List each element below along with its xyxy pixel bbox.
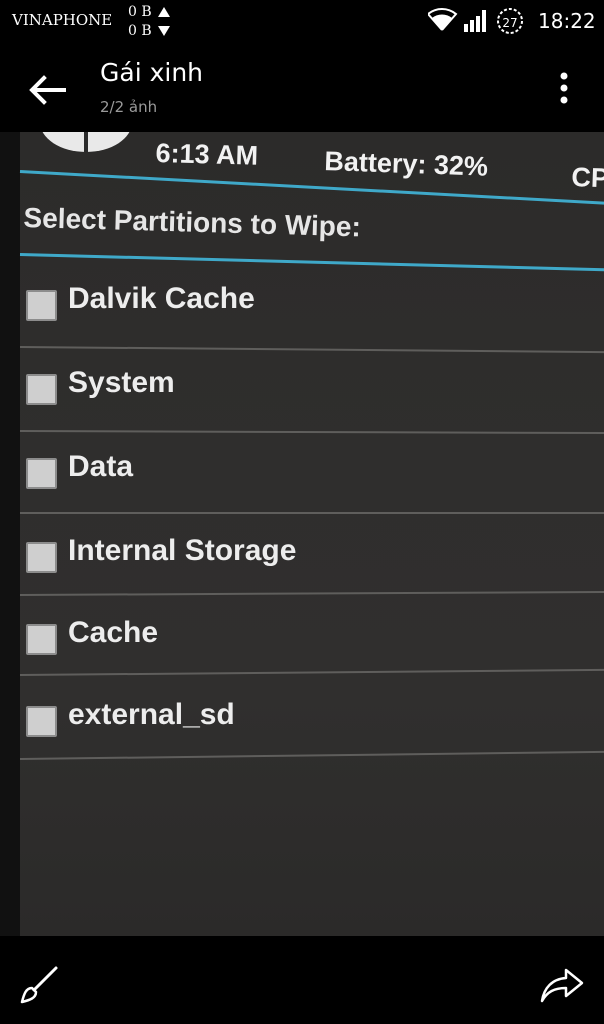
checkbox[interactable] (26, 458, 57, 489)
partition-label: System (68, 366, 175, 399)
select-partitions-label: Select Partitions to Wipe: (23, 202, 362, 243)
partition-row-system[interactable]: System (20, 366, 604, 446)
partition-label: external_sd (68, 698, 235, 731)
twrp-header (20, 132, 604, 180)
section-divider (19, 253, 604, 272)
checkbox[interactable] (26, 290, 57, 321)
status-clock: 18:22 (538, 9, 596, 33)
edit-button[interactable] (18, 964, 60, 1006)
checkbox[interactable] (26, 706, 57, 737)
checkbox[interactable] (26, 374, 57, 405)
download-speed: 0 B (128, 23, 152, 39)
status-icons: 27 (426, 6, 532, 36)
partition-label: Data (68, 450, 134, 483)
app-bar: Gái xinh 2/2 ảnh (0, 44, 604, 132)
partition-label: Dalvik Cache (68, 282, 255, 315)
partition-label: Internal Storage (68, 534, 297, 567)
status-bar: VINAPHONE 0 B 0 B 27 18:22 (0, 0, 604, 44)
photo-view[interactable]: 6:13 AM Battery: 32% CP Select Partition… (0, 132, 604, 936)
bottom-action-bar (0, 936, 604, 1024)
back-button[interactable] (24, 66, 72, 114)
carrier-name: VINAPHONE (12, 11, 113, 29)
share-button[interactable] (540, 966, 584, 1004)
partition-label: Cache (68, 616, 159, 649)
upload-arrow-icon (157, 7, 170, 17)
album-title: Gái xinh (100, 58, 204, 87)
more-options-button[interactable] (546, 66, 582, 110)
partition-row-external-sd[interactable]: external_sd (20, 698, 604, 778)
arrow-left-icon (29, 75, 66, 105)
twrp-battery: Battery: 32% (323, 146, 489, 182)
partition-row-data[interactable]: Data (20, 450, 604, 530)
battery-level: 27 (502, 16, 517, 30)
signal-icon (464, 10, 486, 32)
checkbox[interactable] (26, 624, 57, 655)
share-icon (540, 968, 584, 1003)
wifi-icon (426, 7, 458, 31)
download-arrow-icon (157, 26, 170, 36)
more-vert-icon (560, 72, 568, 104)
device-frame-edge (0, 132, 20, 936)
upload-speed: 0 B (128, 4, 152, 20)
twrp-cpu: CP (570, 162, 604, 194)
network-traffic: 0 B 0 B (128, 3, 170, 41)
partition-row-cache[interactable]: Cache (20, 616, 604, 696)
partition-row-internal-storage[interactable]: Internal Storage (20, 534, 604, 614)
row-divider (20, 512, 604, 514)
photo-counter: 2/2 ảnh (100, 98, 158, 116)
brush-icon (20, 966, 58, 1004)
checkbox[interactable] (26, 542, 57, 573)
battery-icon: 27 (497, 8, 523, 34)
twrp-time: 6:13 AM (155, 138, 259, 171)
